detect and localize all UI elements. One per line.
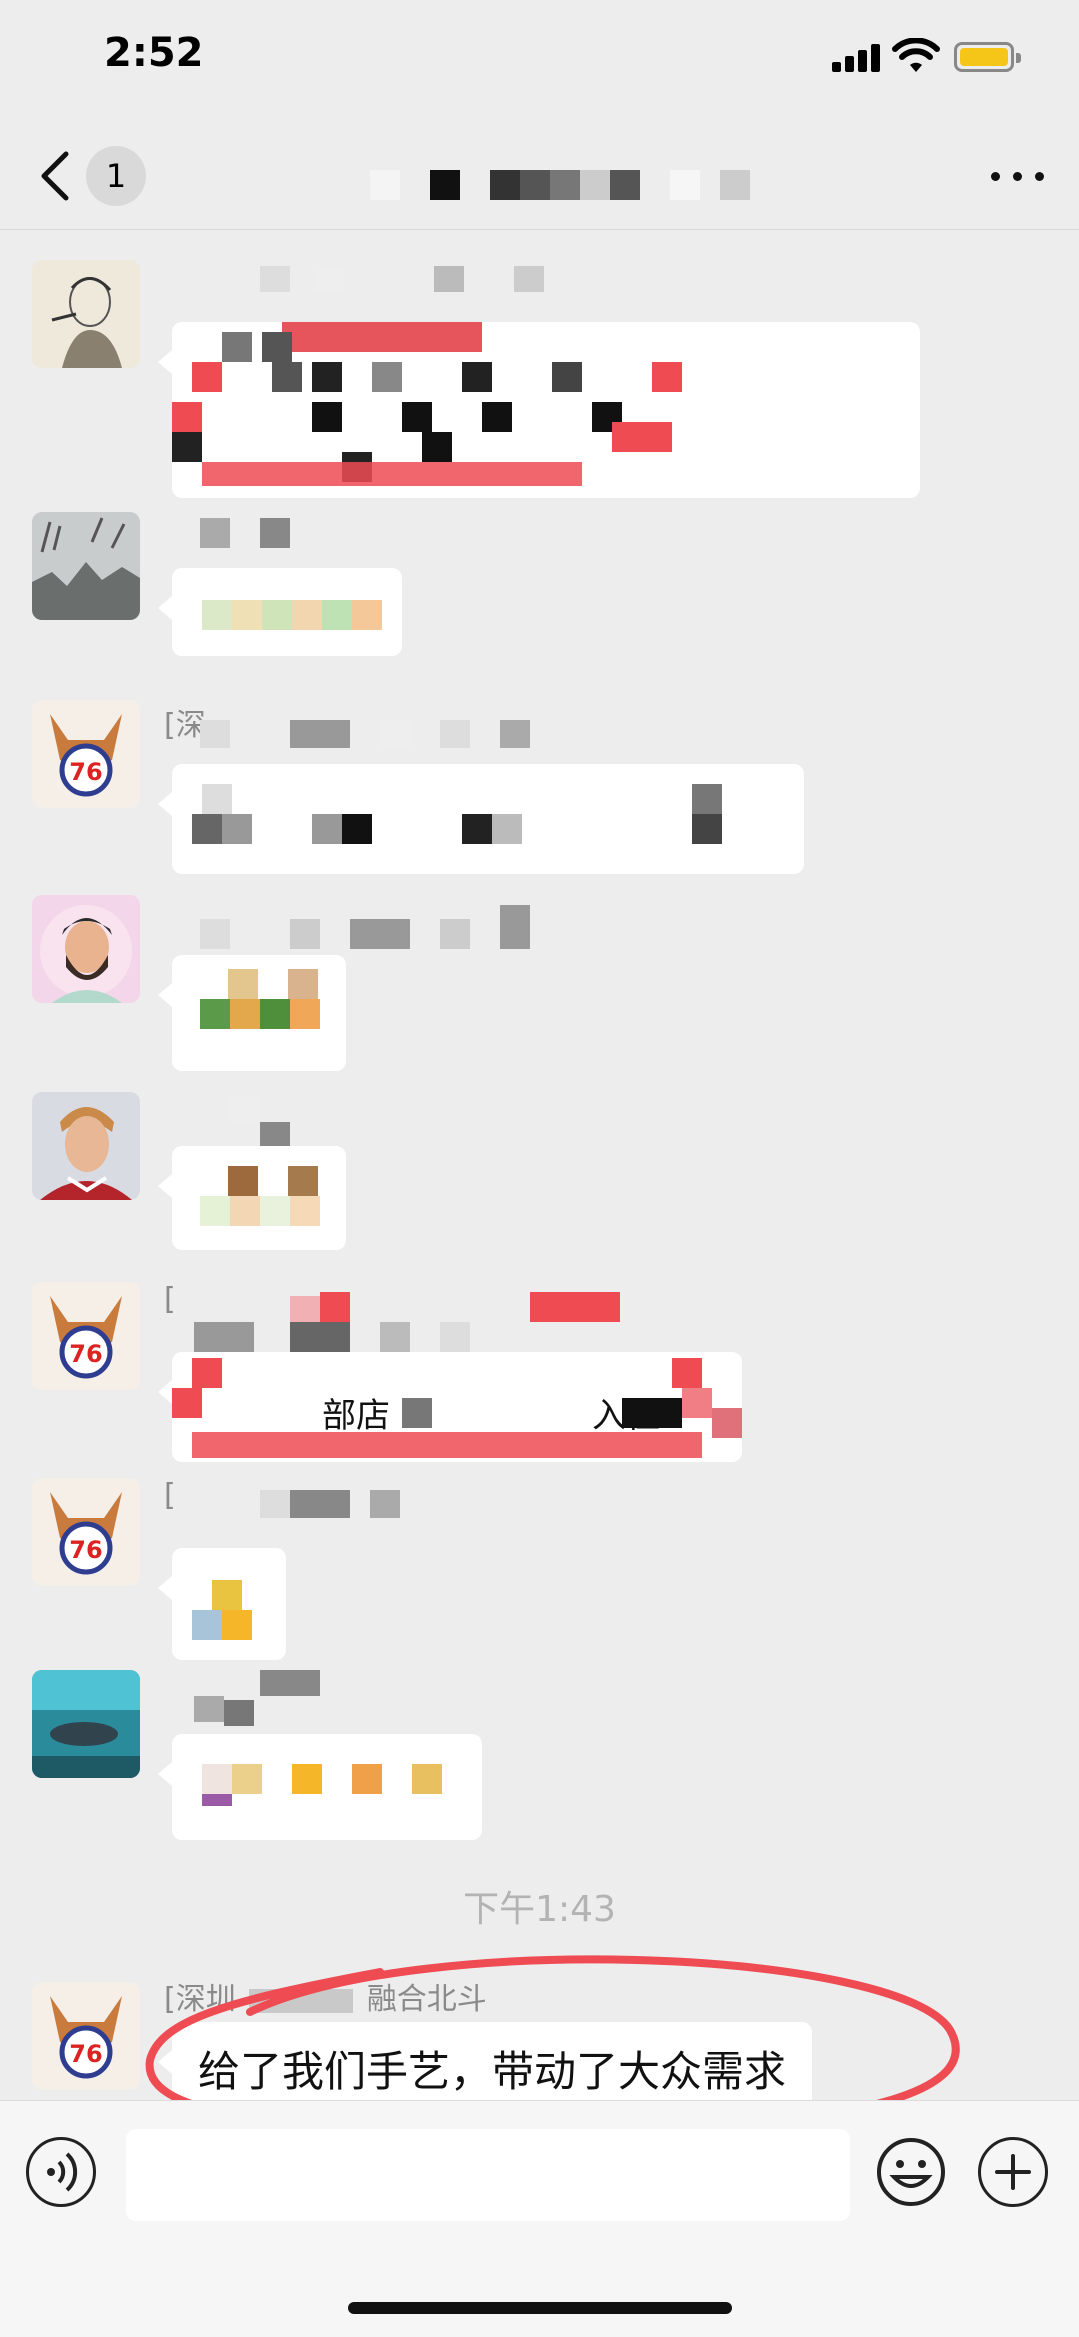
sender-name: [深圳 融合北斗 — [164, 1982, 487, 2017]
svg-text:76: 76 — [69, 1536, 102, 1564]
cellular-signal-icon — [832, 44, 882, 72]
more-options-button[interactable] — [989, 160, 1049, 190]
ellipsis-icon — [991, 172, 1000, 181]
wifi-icon — [892, 38, 940, 72]
message-fragment: 部店 — [322, 1396, 390, 1436]
chat-message: 76 [ — [0, 1478, 1079, 1660]
svg-text:76: 76 — [69, 2040, 102, 2068]
chat-title-redacted — [370, 170, 750, 202]
time-divider: 下午1:43 — [463, 1889, 616, 1930]
status-bar: 2:52 — [0, 0, 1079, 120]
avatar[interactable] — [32, 1092, 140, 1200]
message-bubble-redacted[interactable] — [158, 764, 804, 874]
chat-message — [0, 1670, 1079, 1850]
avatar[interactable]: 76 — [32, 1478, 140, 1586]
message-bubble-redacted[interactable] — [158, 1548, 286, 1660]
message-text: 给了我们手艺，带动了大众需求 — [198, 2047, 787, 2096]
back-button[interactable]: 1 — [36, 144, 156, 208]
sender-name: [ — [164, 1478, 400, 1518]
smiley-icon[interactable] — [876, 2137, 946, 2207]
svg-text:76: 76 — [69, 1340, 102, 1368]
svg-text:76: 76 — [69, 758, 102, 786]
chat-header: 1 — [0, 120, 1079, 230]
chat-message — [0, 1092, 1079, 1262]
voice-icon — [47, 2152, 78, 2192]
home-indicator — [348, 2302, 732, 2314]
plus-icon — [995, 2154, 1031, 2190]
chevron-left-icon — [41, 151, 69, 201]
message-bubble-redacted[interactable] — [158, 1146, 346, 1250]
avatar[interactable] — [32, 1670, 140, 1778]
avatar[interactable] — [32, 895, 140, 1003]
chat-message: 76 [深 — [0, 700, 1079, 880]
chat-message: 76 [ 部店 入住 — [0, 1282, 1079, 1482]
battery-icon — [954, 42, 1021, 72]
chat-message: 76 [深圳 融合北斗 给了我们手艺，带动了大众需求 — [0, 1982, 1079, 2100]
sender-name: [深 — [164, 700, 530, 748]
status-time: 2:52 — [104, 30, 204, 76]
message-bubble-redacted[interactable] — [158, 322, 920, 498]
plus-button[interactable] — [978, 2137, 1048, 2207]
message-bubble-redacted[interactable] — [158, 1734, 482, 1840]
avatar[interactable]: 76 — [32, 1282, 140, 1390]
sender-name: [ — [164, 1282, 620, 1352]
message-bubble-redacted[interactable] — [158, 955, 346, 1071]
voice-input-button[interactable] — [26, 2137, 96, 2207]
message-bubble[interactable]: 给了我们手艺，带动了大众需求 — [157, 2022, 813, 2100]
message-bubble-redacted[interactable]: 部店 入住 — [158, 1352, 742, 1462]
message-input[interactable] — [126, 2129, 850, 2221]
avatar[interactable]: 76 — [32, 700, 140, 808]
avatar[interactable]: 76 — [32, 1982, 140, 2090]
unread-count-badge: 1 — [86, 146, 146, 206]
chat-message — [0, 512, 1079, 672]
avatar[interactable] — [32, 512, 140, 620]
chat-message-list[interactable]: 76 [深 76 [部店 76 [下午1:43 76 [深圳 融合北斗 给了… — [0, 230, 1079, 2100]
chat-message — [0, 895, 1079, 1071]
message-bubble-redacted[interactable] — [158, 568, 402, 656]
avatar[interactable] — [32, 260, 140, 368]
